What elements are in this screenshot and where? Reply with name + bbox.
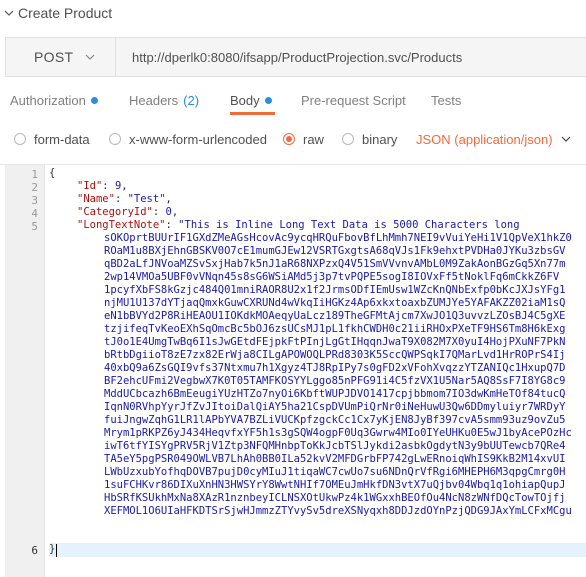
chevron-down-icon[interactable] <box>4 8 14 18</box>
chevron-down-icon <box>561 136 570 142</box>
code-area[interactable]: { "Id": 9, "Name": "Test", "CategoryId":… <box>49 165 586 577</box>
wrapped-string-line: TA5eY5pgPSR049OWLVB7LhAh0BB0ILa52kvV2MFD… <box>104 453 566 465</box>
code-line: "CategoryId": 0, <box>77 206 179 218</box>
tab-label: Headers <box>129 93 179 108</box>
wrapped-string-line: bRtbDgiioT8zE7zx82ErWja8CILgAPOWOQLPRd83… <box>104 349 566 361</box>
title-bar: Create Product <box>0 0 586 26</box>
radio-label: raw <box>303 131 324 147</box>
json-key: "LongTextNote" <box>77 219 166 231</box>
request-tabs: Authorization Headers (2) Body Pre-reque… <box>0 88 586 115</box>
radio-label: form-data <box>34 131 90 147</box>
wrapped-string-line: tJ0o1E4UmgTwBq6I1sJwGEtdFEjpkFtPInjLgGtI… <box>104 336 566 348</box>
json-key: "CategoryId" <box>77 206 153 218</box>
line-number: 3 <box>31 194 38 207</box>
wrapped-string-line: HbSRfKSUkhMxNa8XAzR1nznbeyICLNSXOtUkwPz4… <box>104 492 566 504</box>
line-number-gutter: 1 2 3 4 5 6 <box>5 165 45 577</box>
radio-button[interactable] <box>342 133 354 145</box>
body-editor[interactable]: 1 2 3 4 5 6 { "Id": 9, "Name": "Test", "… <box>0 164 586 577</box>
json-value: "Test", <box>127 193 172 205</box>
radio-form-data[interactable]: form-data <box>14 128 90 150</box>
request-bar: POST http://dperlk0:8080/ifsapp/ProductP… <box>5 37 586 77</box>
radio-button[interactable] <box>14 133 26 145</box>
wrapped-string-line: IqnN0RVhpYyrJfZvJItoiDalQiAY5ha21CspDVUm… <box>104 401 566 413</box>
wrapped-string-line: XEFMOL1O6UIaHFKDTSrSjwHJmmzZTYvySv5dreXS… <box>104 505 572 517</box>
content-type-label: JSON (application/json) <box>416 131 553 147</box>
wrapped-string-line: njMU1U137dYTjaqQmxkGuwCXRUNd4wVkqIiHGKz4… <box>104 297 566 309</box>
line-number: 5 <box>31 220 38 233</box>
json-key: "Name" <box>77 193 115 205</box>
tab-label: Tests <box>431 93 462 108</box>
line-number: 4 <box>31 207 38 220</box>
code-line: "LongTextNote": "This is Inline Long Tex… <box>77 219 520 231</box>
tab-count: (2) <box>183 93 200 108</box>
current-line-highlight <box>49 543 586 557</box>
method-label: POST <box>34 49 74 65</box>
chevron-down-icon <box>85 54 95 60</box>
wrapped-string-line: fuiJngwZqhG1LR1lAPbYVA7BZLiVUCKpfzgckCc1… <box>104 414 566 426</box>
tab-headers[interactable]: Headers (2) <box>129 88 199 115</box>
code-line: { <box>49 167 55 180</box>
wrapped-string-line: qBD2aLfJNVoaMZSvSxjHab7k5nJ1aR68NXPzxQ4V… <box>104 258 566 270</box>
radio-raw[interactable]: raw <box>283 128 324 150</box>
tab-label: Authorization <box>10 93 86 108</box>
radio-binary[interactable]: binary <box>342 128 397 150</box>
radio-button[interactable] <box>109 133 121 145</box>
wrapped-string-line: eN1bBVYd2P8RiHEAOU1IOKdkMOAeqyUaLcz189Th… <box>104 310 566 322</box>
tab-body[interactable]: Body <box>230 88 275 115</box>
line-number: 1 <box>31 168 38 181</box>
content-type-select[interactable]: JSON (application/json) <box>416 128 571 150</box>
json-value: 9, <box>114 180 128 192</box>
radio-button-selected[interactable] <box>283 133 295 145</box>
json-brace: } <box>49 543 56 555</box>
json-value: 0, <box>165 206 179 218</box>
body-type-options: form-data x-www-form-urlencoded raw bina… <box>0 128 586 150</box>
tab-label: Body <box>230 93 260 108</box>
status-dot <box>90 97 98 104</box>
code-line: "Id": 9, <box>77 180 128 192</box>
wrapped-string-line: LWbUzxubYofhqDOVB7pujD0cyMIuJ1tiqaWC7cwU… <box>104 466 566 478</box>
line-number: 2 <box>31 181 38 194</box>
wrapped-string-line: 2wp14VMOa5UBF0vVNqn45s8sG6WSiAMd5j3p7tvP… <box>104 271 560 283</box>
wrapped-string-line: sOKOprtBUUrIF1GXdZMeAGsHcovAc9ycqHRQuFbo… <box>104 232 572 244</box>
wrapped-string-line: 1pcyfXbFS8kGzjc484Q01mniRAOR8U2x1f2JrmsO… <box>104 284 566 296</box>
json-value: "This is Inline Long Text Data is 5000 C… <box>178 219 520 231</box>
method-select[interactable]: POST <box>6 38 116 76</box>
text-cursor <box>56 544 57 557</box>
wrapped-string-line: 40xbQ9a6ZsGQI9vfs37Ntxmu7h1Xgyz4TJ8RpIPy… <box>104 362 566 374</box>
wrapped-string-line: iwT6tfYISYgPRV5RjV1Ztp3NFQMHnbpToKkJcbTS… <box>104 440 566 452</box>
wrapped-string-line: BF2ehcUFmi2VegbwX7K0T05TAMFKOSYYLggo85nP… <box>104 375 566 387</box>
tab-pre-request-script[interactable]: Pre-request Script <box>301 88 406 115</box>
wrapped-string-line: ROaM1u8BXjEhnGBSKV0O7cE1mumGJEw12VSRTGxg… <box>104 245 566 257</box>
radio-label: binary <box>362 131 398 147</box>
tab-tests[interactable]: Tests <box>431 88 461 115</box>
wrapped-string-line: MddUCbcazh6BmEeugiYUzHTZo7nyOi6KbftWUPJD… <box>104 388 566 400</box>
json-brace: { <box>49 167 56 179</box>
tab-authorization[interactable]: Authorization <box>10 88 98 115</box>
status-dot <box>264 97 272 104</box>
url-input[interactable]: http://dperlk0:8080/ifsapp/ProductProjec… <box>116 50 462 65</box>
line-number: 6 <box>31 544 38 557</box>
wrapped-string-line: Mrym1pRKPZ6yJ434HeqvfxYF5h1s3gSQW4ogpF0U… <box>104 427 572 439</box>
radio-urlencoded[interactable]: x-www-form-urlencoded <box>109 128 267 150</box>
code-line: "Name": "Test", <box>77 193 172 205</box>
code-line: } <box>49 543 55 556</box>
radio-label: x-www-form-urlencoded <box>129 131 267 147</box>
request-title[interactable]: Create Product <box>18 5 112 21</box>
wrapped-string-line: tzjifeqTvKeoEXhSqOmcBc5bOJ6zsUCsMJ1pL1fk… <box>104 323 566 335</box>
json-key: "Id" <box>77 180 103 192</box>
tab-label: Pre-request Script <box>301 93 406 108</box>
wrapped-string-line: 1suFCHKvr86DIXuXnHN3HWSYrY8WwtNHIf7OMEuJ… <box>104 479 566 491</box>
